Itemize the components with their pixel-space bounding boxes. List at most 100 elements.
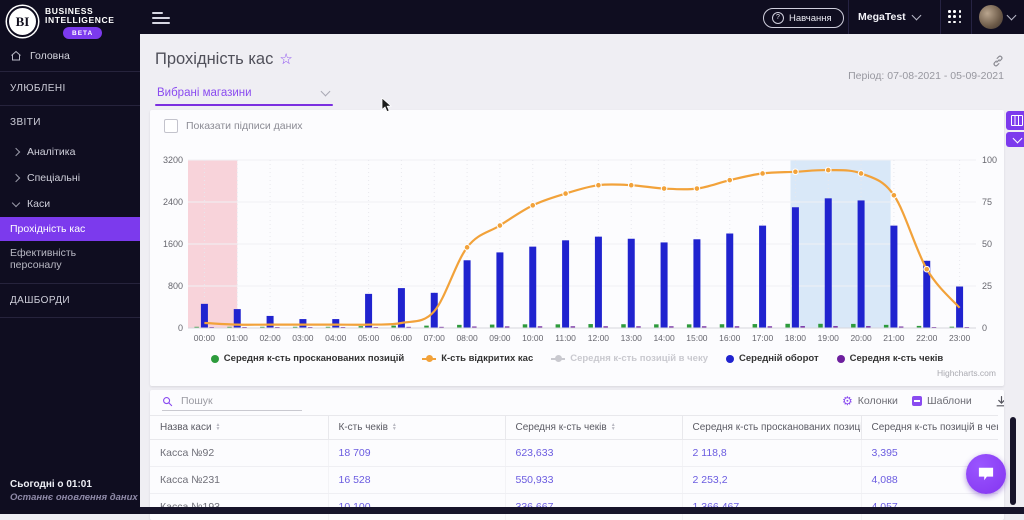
column-header[interactable]: Середня к-сть чеків▲▼: [505, 416, 682, 440]
sidebar-section-dashboards[interactable]: ДАШБОРДИ: [0, 284, 140, 317]
chart-table-view-button[interactable]: [1006, 111, 1024, 130]
cell-value[interactable]: 623,633: [505, 440, 682, 467]
sidebar-item-cash-traffic[interactable]: Прохідність кас: [0, 217, 140, 241]
legend-item[interactable]: Середня к-сть позицій в чеку: [551, 353, 708, 364]
table-header-row: Назва каси▲▼К-сть чеків▲▼Середня к-сть ч…: [150, 416, 998, 440]
home-icon: [10, 50, 22, 62]
search-input[interactable]: [179, 394, 298, 408]
template-icon: [912, 396, 922, 406]
templates-button[interactable]: Шаблони: [912, 395, 972, 407]
sidebar-item-staff-efficiency[interactable]: Ефективність персоналу: [0, 241, 140, 277]
stores-dropdown[interactable]: Вибрані магазини: [155, 84, 333, 106]
cell-value[interactable]: 2 118,8: [682, 440, 861, 467]
apps-grid-icon[interactable]: [948, 10, 962, 24]
x-axis-label: 16:00: [719, 333, 741, 343]
sidebar-item-home[interactable]: Головна: [0, 41, 140, 71]
legend-item[interactable]: Середня к-сть чеків: [837, 353, 944, 364]
x-axis-label: 18:00: [785, 333, 807, 343]
bar-scanned: [588, 324, 593, 328]
bar-scanned: [785, 324, 790, 328]
legend-item[interactable]: Середній оборот: [726, 353, 819, 364]
cell-value[interactable]: 550,933: [505, 467, 682, 494]
sidebar-item-label: Каси: [27, 198, 50, 210]
line-marker: [793, 169, 799, 175]
sidebar-section-reports[interactable]: ЗВІТИ: [0, 106, 140, 139]
sidebar-toggle-icon[interactable]: [152, 9, 170, 25]
bar-scanned: [753, 324, 758, 328]
x-axis-label: 02:00: [259, 333, 281, 343]
bar-scanned: [720, 324, 725, 328]
chevron-down-icon: [1012, 134, 1022, 144]
chat-fab-button[interactable]: [966, 454, 1006, 494]
traffic-chart[interactable]: 0800160024003200025507510000:0001:0002:0…: [154, 150, 1000, 350]
data-refresh-note: Сьогодні о 01:01 Останнє оновлення даних: [10, 478, 138, 504]
table-vertical-scrollbar[interactable]: [1010, 417, 1016, 505]
sort-icon[interactable]: ▲▼: [216, 423, 221, 431]
cell-value[interactable]: 2 253,2: [682, 467, 861, 494]
favorite-star-icon[interactable]: ☆: [279, 51, 292, 68]
bar-turnover: [890, 226, 897, 328]
line-marker: [497, 223, 503, 229]
bar-scanned: [490, 325, 495, 328]
bar-turnover: [858, 200, 865, 328]
training-button[interactable]: ? Навчання: [763, 8, 844, 28]
sidebar-section-favorites[interactable]: УЛЮБЛЕНІ: [0, 72, 140, 105]
column-header[interactable]: Середня к-сть позицій в чеку▲▼: [861, 416, 998, 440]
column-header[interactable]: К-сть чеків▲▼: [328, 416, 505, 440]
bar-scanned: [621, 324, 626, 328]
table-row[interactable]: Касса №9218 709623,6332 118,83,395: [150, 440, 998, 467]
sidebar-item-special[interactable]: Спеціальні: [0, 165, 140, 191]
x-axis-label: 22:00: [916, 333, 938, 343]
chevron-right-icon: [12, 148, 20, 156]
x-axis-label: 14:00: [653, 333, 675, 343]
cell-cash-name: Касса №231: [150, 467, 328, 494]
legend-marker-icon: [422, 358, 436, 360]
line-marker: [464, 245, 470, 251]
bar-scanned: [851, 324, 856, 328]
bar-scanned: [654, 324, 659, 328]
legend-label: Середня к-сть чеків: [850, 353, 944, 364]
column-header[interactable]: Середня к-сть просканованих позицій▲▼: [682, 416, 861, 440]
legend-marker-icon: [551, 358, 565, 360]
x-axis-label: 13:00: [621, 333, 643, 343]
training-label: Навчання: [789, 13, 832, 24]
column-header[interactable]: Назва каси▲▼: [150, 416, 328, 440]
cell-value[interactable]: 16 528: [328, 467, 505, 494]
user-avatar[interactable]: [979, 5, 1003, 29]
x-axis-label: 17:00: [752, 333, 774, 343]
bar-turnover: [464, 260, 471, 328]
table-horizontal-scrollbar[interactable]: [140, 507, 1024, 514]
download-icon[interactable]: [995, 395, 1004, 408]
sidebar-item-label: Спеціальні: [27, 172, 80, 184]
sort-icon[interactable]: ▲▼: [392, 423, 397, 431]
table-search[interactable]: [162, 394, 302, 411]
table-view-icon: [1011, 115, 1023, 126]
chevron-down-icon[interactable]: [1007, 11, 1017, 21]
sidebar-item-analytics[interactable]: Аналітика: [0, 139, 140, 165]
sidebar-item-label: Аналітика: [27, 146, 75, 158]
cell-value[interactable]: 18 709: [328, 440, 505, 467]
sidebar-item-label: Головна: [30, 50, 70, 62]
line-marker: [924, 266, 930, 272]
tenant-switcher[interactable]: MegaTest: [858, 0, 920, 34]
x-axis-label: 12:00: [588, 333, 610, 343]
sidebar: BI BUSINESS INTELLIGENCE BETA Головна УЛ…: [0, 0, 140, 514]
show-data-labels-checkbox[interactable]: Показати підписи даних: [164, 119, 303, 133]
x-axis-label: 01:00: [227, 333, 249, 343]
bar-turnover: [267, 316, 274, 328]
logo-bi-mark: BI: [7, 6, 38, 37]
left-axis-tick: 3200: [163, 155, 183, 165]
table-row[interactable]: Касса №23116 528550,9332 253,24,088: [150, 467, 998, 494]
chart-collapse-button[interactable]: [1006, 132, 1024, 147]
legend-item[interactable]: К-сть відкритих кас: [422, 353, 533, 364]
x-axis-label: 06:00: [391, 333, 413, 343]
sidebar-item-kasy[interactable]: Каси: [0, 191, 140, 217]
app-logo[interactable]: BI BUSINESS INTELLIGENCE BETA: [0, 0, 140, 41]
gear-icon: ⚙: [842, 395, 853, 407]
legend-item[interactable]: Середня к-сть просканованих позицій: [211, 353, 404, 364]
sort-icon[interactable]: ▲▼: [611, 423, 616, 431]
line-marker: [891, 192, 897, 198]
columns-button[interactable]: ⚙ Колонки: [842, 395, 898, 407]
share-link-icon[interactable]: [991, 54, 1005, 68]
x-axis-label: 04:00: [325, 333, 347, 343]
